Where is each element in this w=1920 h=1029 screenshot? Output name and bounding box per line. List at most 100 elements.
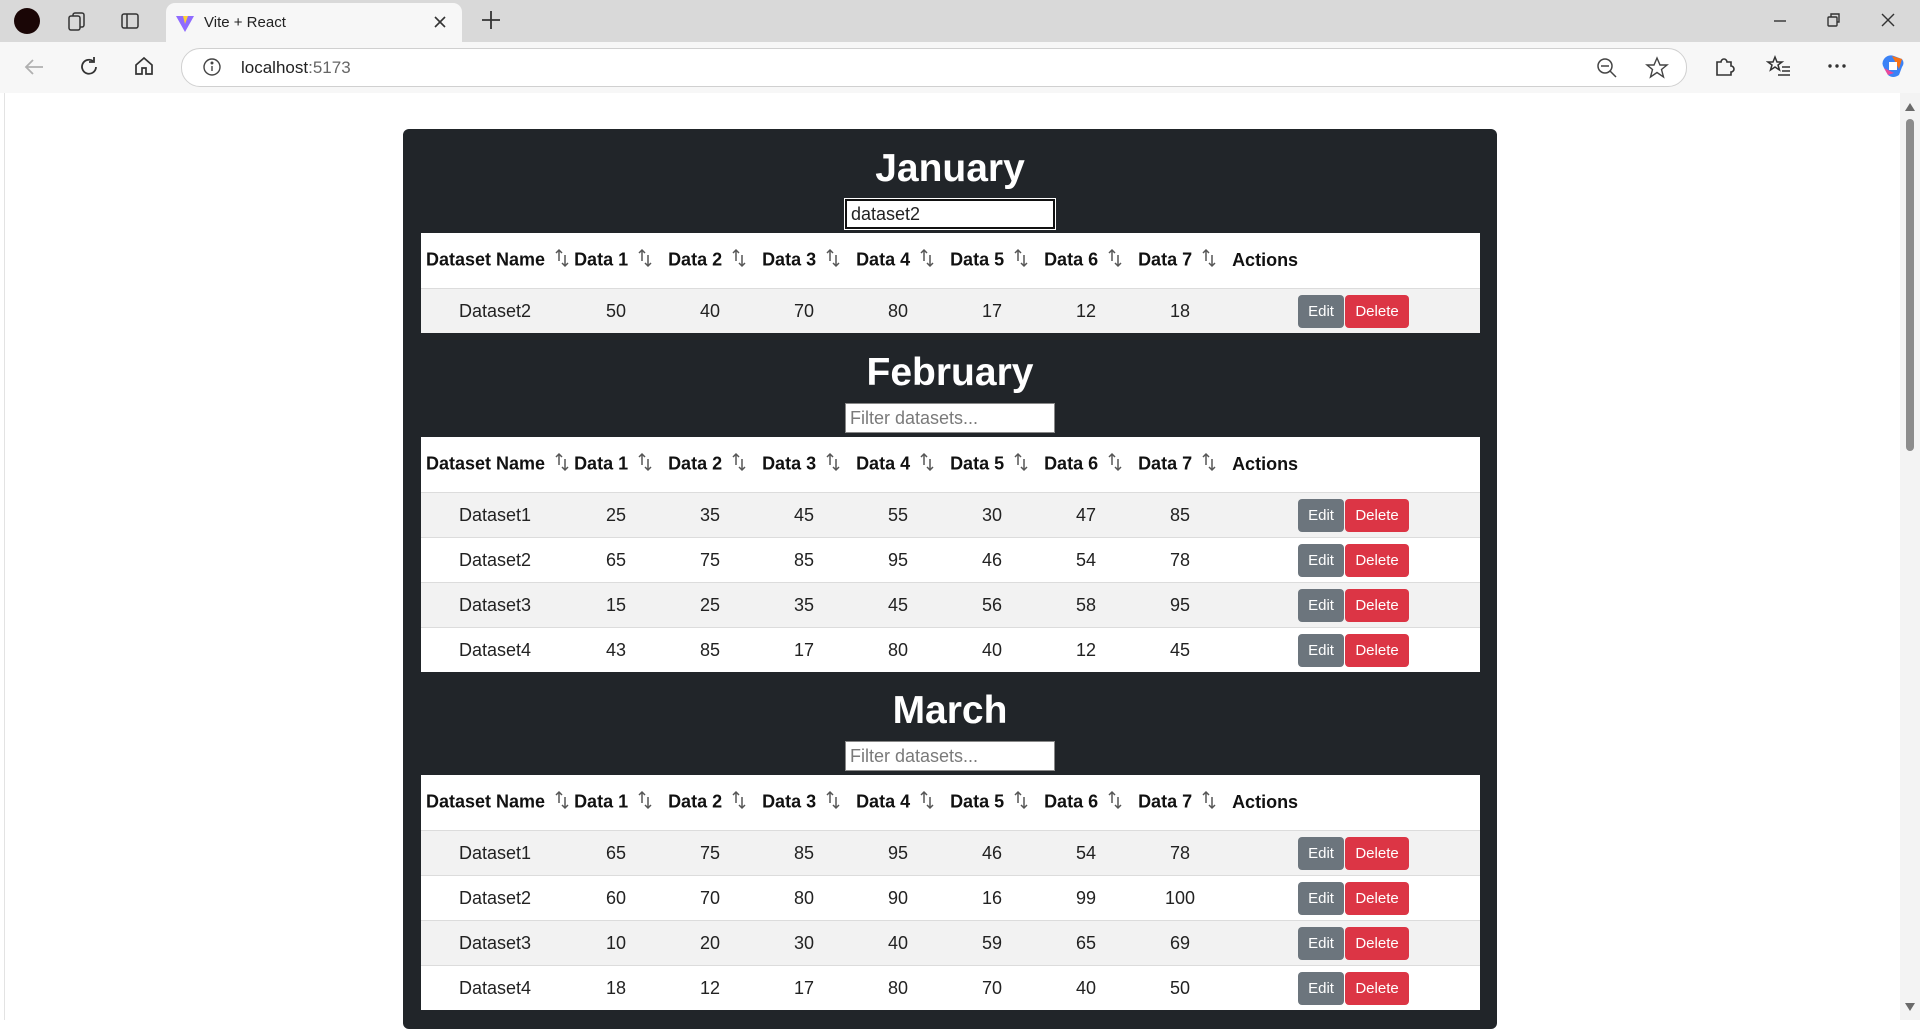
column-header[interactable]: Data 1 <box>569 437 663 493</box>
sort-arrows-icon[interactable] <box>638 452 652 477</box>
restore-icon[interactable] <box>1821 8 1845 37</box>
column-header[interactable]: Data 5 <box>945 233 1039 289</box>
column-header[interactable]: Dataset Name <box>421 233 569 289</box>
delete-button[interactable]: Delete <box>1345 971 1410 1005</box>
minimize-icon[interactable] <box>1768 8 1792 37</box>
column-header-label: Data 3 <box>762 453 817 474</box>
data-cell: 17 <box>757 965 852 1010</box>
delete-button[interactable]: Delete <box>1345 633 1410 667</box>
sort-arrows-icon[interactable] <box>732 452 746 477</box>
column-header[interactable]: Data 6 <box>1039 775 1133 831</box>
new-tab-icon[interactable] <box>478 7 504 38</box>
edit-button[interactable]: Edit <box>1298 633 1345 667</box>
column-header[interactable]: Data 6 <box>1039 437 1133 493</box>
sort-arrows-icon[interactable] <box>732 248 746 273</box>
edit-button[interactable]: Edit <box>1298 498 1345 532</box>
edit-button[interactable]: Edit <box>1298 971 1345 1005</box>
actions-cell: Edit Delete <box>1227 492 1480 538</box>
home-icon[interactable] <box>132 54 156 83</box>
sort-arrows-icon[interactable] <box>638 790 652 815</box>
column-header[interactable]: Data 1 <box>569 233 663 289</box>
browser-tab[interactable]: Vite + React <box>166 3 462 42</box>
sort-arrows-icon[interactable] <box>555 452 569 477</box>
sort-arrows-icon[interactable] <box>638 248 652 273</box>
sort-arrows-icon[interactable] <box>826 790 840 815</box>
back-icon[interactable] <box>22 55 46 84</box>
sort-arrows-icon[interactable] <box>1014 452 1028 477</box>
column-header[interactable]: Data 6 <box>1039 233 1133 289</box>
close-tab-icon[interactable] <box>430 12 450 37</box>
column-header[interactable]: Data 4 <box>851 775 945 831</box>
column-header[interactable]: Dataset Name <box>421 437 569 493</box>
reload-icon[interactable] <box>77 55 101 84</box>
scrollbar-thumb[interactable] <box>1906 119 1914 451</box>
column-header[interactable]: Data 7 <box>1133 437 1227 493</box>
column-header[interactable]: Data 5 <box>945 775 1039 831</box>
sort-arrows-icon[interactable] <box>1202 790 1216 815</box>
delete-button[interactable]: Delete <box>1345 926 1410 960</box>
sort-arrows-icon[interactable] <box>1202 248 1216 273</box>
datasets-table: Dataset Name Data 1 Data 2 Data 3 Data 4 Data… <box>421 437 1480 672</box>
sort-arrows-icon[interactable] <box>920 248 934 273</box>
vertical-scrollbar[interactable] <box>1900 93 1920 1020</box>
sort-arrows-icon[interactable] <box>1014 248 1028 273</box>
column-header[interactable]: Dataset Name <box>421 775 569 831</box>
column-header[interactable]: Data 2 <box>663 233 757 289</box>
edit-button[interactable]: Edit <box>1298 836 1345 870</box>
more-options-icon[interactable] <box>1825 54 1849 83</box>
sort-arrows-icon[interactable] <box>1202 452 1216 477</box>
favorite-star-icon[interactable] <box>1645 56 1669 85</box>
scroll-up-arrow-icon[interactable] <box>1905 98 1915 116</box>
sort-arrows-icon[interactable] <box>1108 790 1122 815</box>
column-header[interactable]: Data 4 <box>851 437 945 493</box>
edit-button[interactable]: Edit <box>1298 294 1345 328</box>
filter-input[interactable] <box>845 403 1055 433</box>
delete-button[interactable]: Delete <box>1345 881 1410 915</box>
delete-button[interactable]: Delete <box>1345 588 1410 622</box>
column-header[interactable]: Data 4 <box>851 233 945 289</box>
close-window-icon[interactable] <box>1876 8 1900 37</box>
data-cell: 40 <box>945 627 1040 672</box>
favorites-icon[interactable] <box>1765 54 1792 83</box>
sort-arrows-icon[interactable] <box>1108 248 1122 273</box>
column-header[interactable]: Data 1 <box>569 775 663 831</box>
edit-button[interactable]: Edit <box>1298 588 1345 622</box>
sort-arrows-icon[interactable] <box>920 790 934 815</box>
column-header[interactable]: Data 3 <box>757 775 851 831</box>
delete-button[interactable]: Delete <box>1345 294 1410 328</box>
sort-arrows-icon[interactable] <box>732 790 746 815</box>
sort-arrows-icon[interactable] <box>920 452 934 477</box>
column-header-label: Data 6 <box>1044 791 1099 812</box>
column-header[interactable]: Data 2 <box>663 437 757 493</box>
column-header[interactable]: Data 7 <box>1133 233 1227 289</box>
filter-input[interactable] <box>844 198 1056 230</box>
edit-button[interactable]: Edit <box>1298 926 1345 960</box>
delete-button[interactable]: Delete <box>1345 543 1410 577</box>
tab-actions-icon[interactable] <box>115 6 145 36</box>
zoom-out-icon[interactable] <box>1596 57 1618 84</box>
site-info-icon[interactable] <box>202 57 222 82</box>
column-header[interactable]: Data 5 <box>945 437 1039 493</box>
profile-avatar-icon[interactable] <box>12 6 42 36</box>
edit-button[interactable]: Edit <box>1298 543 1345 577</box>
filter-input[interactable] <box>845 741 1055 771</box>
collections-icon[interactable] <box>62 6 92 36</box>
edit-button[interactable]: Edit <box>1298 881 1345 915</box>
delete-button[interactable]: Delete <box>1345 836 1410 870</box>
sort-arrows-icon[interactable] <box>1108 452 1122 477</box>
delete-button[interactable]: Delete <box>1345 498 1410 532</box>
column-header-label: Data 1 <box>574 249 629 270</box>
column-header[interactable]: Data 3 <box>757 233 851 289</box>
sort-arrows-icon[interactable] <box>826 248 840 273</box>
sort-arrows-icon[interactable] <box>826 452 840 477</box>
sort-arrows-icon[interactable] <box>555 790 569 815</box>
column-header[interactable]: Data 3 <box>757 437 851 493</box>
address-bar[interactable]: localhost:5173 <box>181 48 1687 87</box>
sort-arrows-icon[interactable] <box>1014 790 1028 815</box>
sort-arrows-icon[interactable] <box>555 248 569 273</box>
copilot-icon[interactable] <box>1878 51 1908 86</box>
column-header[interactable]: Data 2 <box>663 775 757 831</box>
column-header[interactable]: Data 7 <box>1133 775 1227 831</box>
extensions-icon[interactable] <box>1712 54 1736 83</box>
scroll-down-arrow-icon[interactable] <box>1905 998 1915 1016</box>
